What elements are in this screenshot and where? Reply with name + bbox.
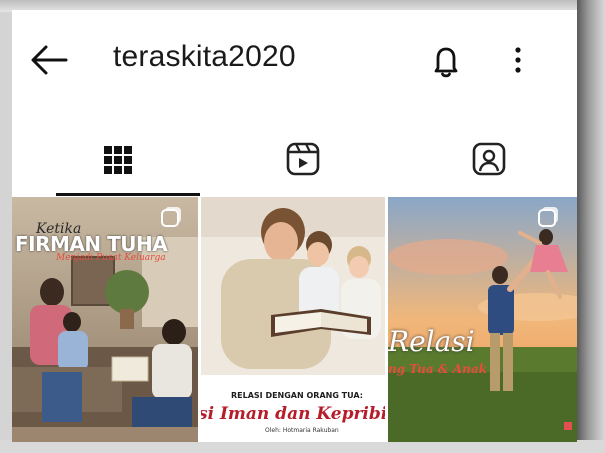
profile-screen: teraskita2020 Ketika FIRMAN TUHA Menjadi…	[12, 10, 577, 442]
tab-reels[interactable]	[222, 105, 364, 197]
back-button[interactable]	[28, 38, 72, 82]
bell-icon	[434, 47, 458, 78]
post-title: Relasi	[388, 325, 475, 358]
more-vertical-icon	[515, 47, 521, 73]
profile-header: teraskita2020	[12, 10, 577, 105]
carousel-icon	[161, 209, 179, 227]
posts-grid: Ketika FIRMAN TUHA Menjadi Pusat Keluarg…	[12, 197, 577, 442]
profile-tab-bar	[12, 105, 577, 197]
notifications-button[interactable]	[426, 40, 466, 80]
post-image-father-child-sunset	[388, 197, 577, 442]
post-thumbnail[interactable]: Ketika FIRMAN TUHA Menjadi Pusat Keluarg…	[12, 197, 198, 442]
tab-grid[interactable]	[57, 105, 199, 197]
post-author: Oleh: Hotmaria Rakuban	[265, 427, 339, 434]
carousel-icon	[538, 209, 556, 227]
arrow-left-icon	[31, 45, 68, 75]
post-caption: RELASI DENGAN ORANG TUA:	[231, 391, 363, 400]
device-bezel-right	[577, 0, 605, 453]
post-subtitle: Menjadi Pusat Keluarga	[56, 253, 166, 263]
post-thumbnail[interactable]: RELASI DENGAN ORANG TUA: si Iman dan Kep…	[201, 197, 385, 442]
grid-icon	[104, 146, 132, 174]
post-thumbnail[interactable]: Relasi ng Tua & Anak	[388, 197, 577, 442]
reels-icon	[286, 142, 320, 176]
post-subtitle: ng Tua & Anak	[388, 362, 487, 376]
tab-tagged[interactable]	[407, 105, 549, 197]
active-tab-indicator	[56, 193, 200, 196]
more-options-button[interactable]	[506, 40, 530, 80]
post-title: si Iman dan Kepribi	[201, 404, 385, 424]
tagged-person-icon	[472, 142, 506, 176]
profile-username: teraskita2020	[113, 40, 296, 73]
